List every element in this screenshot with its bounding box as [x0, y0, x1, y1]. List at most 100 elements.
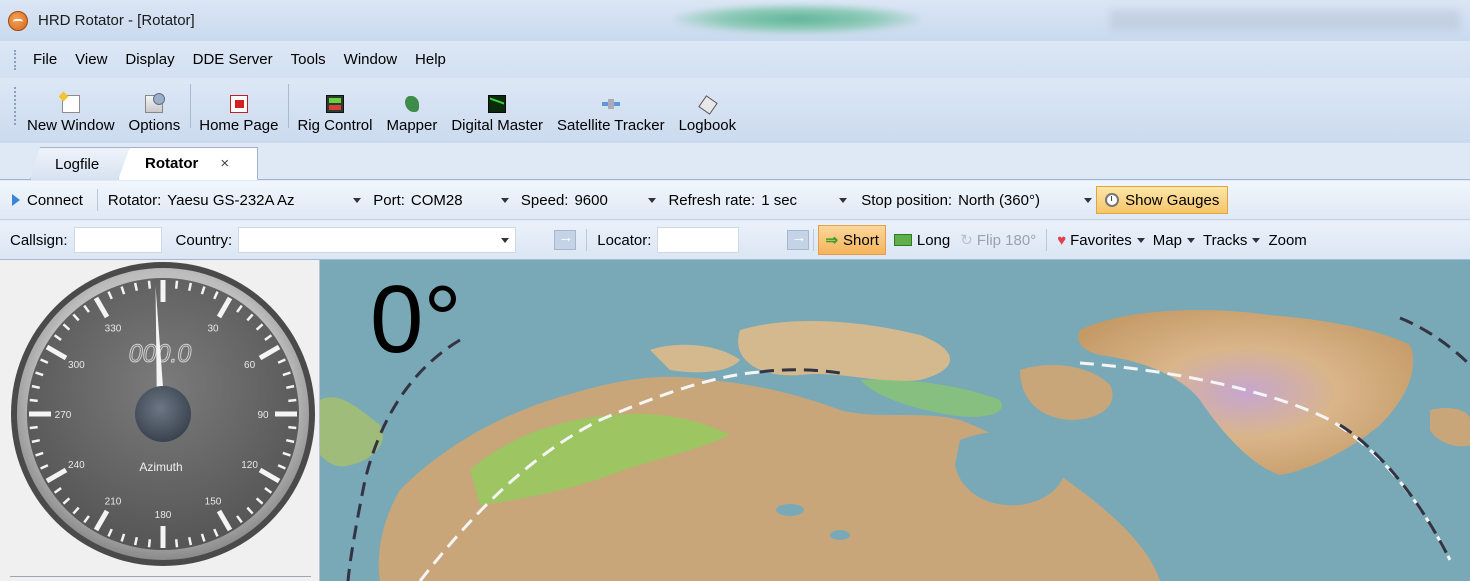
- menu-help[interactable]: Help: [406, 51, 455, 68]
- mapper-icon: [403, 95, 421, 113]
- menu-display[interactable]: Display: [116, 51, 183, 68]
- country-go-button[interactable]: [554, 229, 577, 250]
- tick-label-270: 270: [55, 410, 72, 421]
- zoom-menu[interactable]: Zoom: [1268, 232, 1306, 249]
- country-select[interactable]: [238, 227, 517, 253]
- country-label: Country:: [175, 231, 233, 249]
- world-map: 0°: [320, 260, 1470, 581]
- options-label: Options: [128, 117, 181, 134]
- menu-dde-server[interactable]: DDE Server: [184, 51, 282, 68]
- satellite-tracker-icon: [601, 95, 620, 113]
- menu-bar: File View Display DDE Server Tools Windo…: [0, 41, 1470, 78]
- gauge-minor-tick: [147, 539, 152, 548]
- gauge-minor-tick: [187, 536, 193, 546]
- callsign-label: Callsign:: [10, 231, 68, 249]
- main-toolbar: New Window Options Home Page Rig Control…: [0, 78, 1470, 143]
- home-page-button[interactable]: Home Page: [193, 95, 286, 134]
- gauge-label: Azimuth: [139, 460, 182, 474]
- tab-logfile[interactable]: Logfile: [30, 147, 130, 180]
- blurred-region: [675, 4, 920, 34]
- rig-control-button[interactable]: Rig Control: [291, 95, 380, 134]
- blurred-region: [1110, 10, 1460, 30]
- menu-window[interactable]: Window: [335, 51, 406, 68]
- tab-logfile-label: Logfile: [55, 155, 100, 173]
- toolbar-separator: [190, 84, 192, 128]
- menu-tools[interactable]: Tools: [282, 51, 335, 68]
- gauge-minor-tick: [29, 425, 38, 430]
- logbook-button[interactable]: Logbook: [673, 95, 745, 134]
- flip-icon: ↻: [960, 232, 973, 249]
- long-path-button[interactable]: Long: [917, 232, 950, 249]
- tracks-menu[interactable]: Tracks: [1203, 232, 1261, 249]
- long-path-icon: [893, 234, 912, 246]
- tab-strip: Logfile Rotator ×: [0, 143, 1470, 180]
- mapper-button[interactable]: Mapper: [380, 95, 445, 134]
- tab-close-icon[interactable]: ×: [220, 155, 229, 172]
- new-window-icon: [61, 95, 80, 113]
- favorites-menu[interactable]: ♥ Favorites: [1057, 232, 1145, 249]
- chevron-down-icon[interactable]: [648, 197, 657, 203]
- new-window-label: New Window: [27, 117, 115, 134]
- gauge-minor-tick: [174, 539, 179, 548]
- flip-180-button[interactable]: ↻ Flip 180°: [950, 231, 1036, 250]
- menu-grip[interactable]: [14, 49, 19, 70]
- refresh-rate-value: 1 sec: [761, 191, 798, 209]
- app-icon: [8, 10, 28, 31]
- speed-select[interactable]: 9600: [572, 188, 660, 212]
- rotator-select[interactable]: Yaesu GS-232A Az: [165, 188, 365, 212]
- port-value: COM28: [410, 191, 463, 209]
- port-select[interactable]: COM28: [409, 188, 513, 212]
- lake: [830, 530, 850, 540]
- home-page-label: Home Page: [199, 117, 279, 134]
- title-bar: HRD Rotator - [Rotator]: [0, 0, 1470, 41]
- stop-position-value: North (360°): [958, 191, 1040, 209]
- heading-readout: 0°: [370, 266, 462, 373]
- home-page-icon: [229, 95, 248, 113]
- digital-master-icon: [488, 95, 507, 113]
- gauge-icon: [1105, 193, 1120, 207]
- gauge-minor-tick: [31, 384, 41, 390]
- gauge-minor-tick: [285, 438, 295, 444]
- chevron-down-icon[interactable]: [500, 197, 509, 203]
- options-button[interactable]: Options: [123, 93, 189, 134]
- chevron-down-icon[interactable]: [1084, 197, 1093, 203]
- azimuth-gauge: 330 30 300 60 270 90 240 120 210 150 180…: [11, 262, 315, 566]
- speed-label: Speed:: [520, 191, 569, 209]
- locator-go-button[interactable]: [787, 229, 810, 250]
- tab-rotator[interactable]: Rotator ×: [118, 147, 258, 180]
- tick-label-120: 120: [241, 460, 258, 471]
- zoom-label: Zoom: [1268, 231, 1307, 249]
- satellite-tracker-button[interactable]: Satellite Tracker: [551, 95, 673, 134]
- arrow-right-icon: ⇒: [825, 232, 839, 249]
- map-menu[interactable]: Map: [1153, 232, 1195, 249]
- callsign-input[interactable]: [73, 227, 162, 253]
- port-label: Port:: [373, 191, 405, 209]
- connect-toolbar: Connect Rotator: Yaesu GS-232A Az Port: …: [0, 181, 1470, 220]
- chevron-down-icon[interactable]: [839, 197, 848, 203]
- short-path-button[interactable]: ⇒ Short: [818, 225, 886, 255]
- show-gauges-button[interactable]: Show Gauges: [1096, 186, 1229, 214]
- menu-file[interactable]: File: [29, 51, 66, 68]
- new-window-button[interactable]: New Window: [21, 95, 123, 134]
- toolbar-grip[interactable]: [14, 87, 19, 125]
- chevron-down-icon: [1252, 237, 1261, 243]
- gauge-minor-tick: [187, 282, 193, 292]
- menu-view[interactable]: View: [66, 51, 116, 68]
- rotator-label: Rotator:: [107, 191, 162, 209]
- locator-input[interactable]: [657, 227, 740, 253]
- gauge-minor-tick: [133, 282, 139, 292]
- digital-master-button[interactable]: Digital Master: [445, 95, 551, 134]
- connect-button[interactable]: Connect: [27, 192, 83, 209]
- stop-position-select[interactable]: North (360°): [956, 188, 1096, 212]
- chevron-down-icon[interactable]: [501, 237, 510, 243]
- rig-control-label: Rig Control: [297, 117, 373, 134]
- gauge-hub: [135, 386, 191, 442]
- tick-label-330: 330: [105, 323, 122, 334]
- logbook-icon: [698, 95, 716, 113]
- gauge-minor-tick: [147, 280, 152, 289]
- refresh-rate-select[interactable]: 1 sec: [759, 188, 851, 212]
- tick-label-240: 240: [68, 460, 85, 471]
- tick-label-300: 300: [68, 360, 85, 371]
- separator: [96, 189, 98, 211]
- chevron-down-icon[interactable]: [353, 197, 362, 203]
